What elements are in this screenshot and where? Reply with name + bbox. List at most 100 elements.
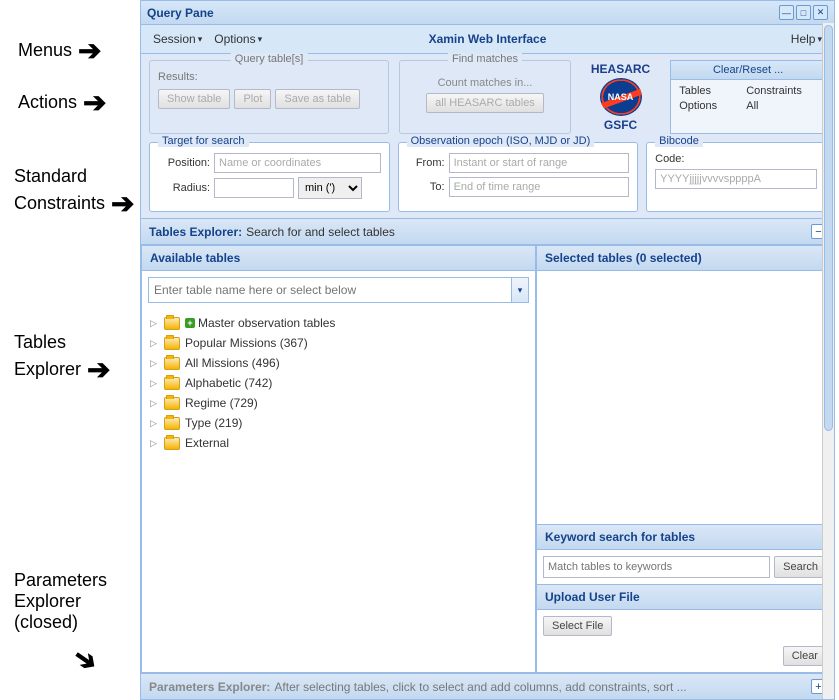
query-group-title: Query table[s] [231, 53, 307, 65]
constraints-row: Target for search Position: Radius: min … [141, 142, 834, 218]
annot-params-2: Explorer [14, 591, 81, 611]
annot-tables-2: Explorer [14, 359, 81, 380]
radius-input[interactable] [214, 178, 294, 198]
tables-row: Available tables ▾ ▷+Master observation … [141, 245, 834, 673]
params-sub: After selecting tables, click to select … [274, 680, 686, 694]
titlebar: Query Pane — □ ✕ [141, 1, 834, 25]
bibcode-input[interactable] [655, 169, 817, 189]
parameters-explorer-bar[interactable]: Parameters Explorer: After selecting tab… [141, 673, 834, 699]
maximize-button[interactable]: □ [796, 5, 811, 20]
show-table-button[interactable]: Show table [158, 89, 230, 109]
combo-dropdown-button[interactable]: ▾ [511, 277, 529, 303]
table-name-input[interactable] [148, 277, 511, 303]
expand-icon[interactable]: ▷ [150, 398, 162, 409]
menubar: Session▾ Options▾ Xamin Web Interface He… [141, 25, 834, 54]
nasa-logo-icon: NASA [600, 78, 642, 116]
results-label: Results: [158, 71, 198, 83]
bibcode-fieldset: Bibcode Code: [646, 142, 826, 212]
expand-icon[interactable]: ▷ [150, 318, 162, 329]
query-tables-group: Query table[s] Results: Show table Plot … [149, 60, 389, 134]
expand-icon[interactable]: ▷ [150, 378, 162, 389]
from-input[interactable] [449, 153, 630, 173]
query-pane-window: Query Pane — □ ✕ Session▾ Options▾ Xamin… [140, 0, 835, 700]
expand-icon[interactable]: ▷ [150, 438, 162, 449]
annot-constraints-1: Standard [14, 166, 87, 187]
keyword-search-panel: Keyword search for tables Search [537, 524, 833, 584]
position-label: Position: [158, 157, 210, 169]
folder-icon [164, 417, 180, 430]
menu-options[interactable]: Options▾ [208, 29, 268, 49]
tree-item-label: Master observation tables [198, 316, 335, 330]
tree-item[interactable]: ▷Popular Missions (367) [150, 333, 527, 353]
upload-clear-button[interactable]: Clear [783, 646, 827, 666]
tree-item[interactable]: ▷ All Missions (496) [150, 353, 527, 373]
to-input[interactable] [449, 177, 630, 197]
tree-item[interactable]: ▷External [150, 433, 527, 453]
keyword-search-button[interactable]: Search [774, 556, 827, 578]
folder-icon [164, 357, 180, 370]
tree-item-label: All Missions (496) [185, 356, 280, 370]
keyword-search-header: Keyword search for tables [537, 525, 833, 550]
scrollbar-thumb[interactable] [824, 25, 833, 431]
epoch-fieldset: Observation epoch (ISO, MJD or JD) From:… [398, 142, 639, 212]
tables-explorer-title: Tables Explorer: [149, 225, 242, 239]
expand-icon[interactable]: ▷ [150, 338, 162, 349]
select-file-button[interactable]: Select File [543, 616, 612, 636]
count-matches-label: Count matches in... [408, 77, 562, 89]
selected-tables-body [537, 271, 833, 524]
table-name-combo: ▾ [148, 277, 529, 303]
gsfc-label: GSFC [604, 118, 637, 132]
radius-unit-select[interactable]: min (') [298, 177, 362, 199]
tree-item[interactable]: ▷ Regime (729) [150, 393, 527, 413]
position-input[interactable] [214, 153, 381, 173]
plot-button[interactable]: Plot [234, 89, 271, 109]
close-button[interactable]: ✕ [813, 5, 828, 20]
tree-item-label: Type (219) [185, 416, 242, 430]
save-as-table-button[interactable]: Save as table [275, 89, 360, 109]
annot-params-3: (closed) [14, 612, 78, 632]
annot-tables-1: Tables [14, 332, 66, 353]
clear-constraints-link[interactable]: Constraints [746, 85, 817, 97]
tree-item[interactable]: ▷ Alphabetic (742) [150, 373, 527, 393]
tree-item-label: Regime (729) [185, 396, 258, 410]
scrollbar[interactable] [822, 23, 834, 699]
folder-icon [164, 337, 180, 350]
clear-reset-header: Clear/Reset ... [671, 61, 825, 80]
folder-icon [164, 377, 180, 390]
app-title: Xamin Web Interface [429, 32, 547, 46]
clear-options-link[interactable]: Options [679, 100, 732, 112]
tree-item[interactable]: ▷+Master observation tables [150, 313, 527, 333]
keyword-input[interactable] [543, 556, 770, 578]
expand-icon[interactable]: ▷ [150, 418, 162, 429]
params-title: Parameters Explorer: [149, 680, 270, 694]
code-label: Code: [655, 153, 684, 165]
selected-tables-header: Selected tables (0 selected) [537, 246, 833, 271]
radius-label: Radius: [158, 182, 210, 194]
folder-icon [164, 317, 180, 330]
clear-all-link[interactable]: All [746, 100, 817, 112]
from-label: From: [407, 157, 445, 169]
to-label: To: [407, 181, 445, 193]
tables-explorer-bar[interactable]: Tables Explorer: Search for and select t… [141, 218, 834, 245]
tables-tree: ▷+Master observation tables▷Popular Miss… [142, 309, 535, 672]
tree-item[interactable]: ▷ Type (219) [150, 413, 527, 433]
expand-icon[interactable]: ▷ [150, 358, 162, 369]
clear-tables-link[interactable]: Tables [679, 85, 732, 97]
bibcode-title: Bibcode [655, 135, 703, 147]
available-tables-panel: Available tables ▾ ▷+Master observation … [141, 245, 536, 673]
menu-session[interactable]: Session▾ [147, 29, 208, 49]
annot-constraints-2: Constraints [14, 193, 105, 214]
upload-file-panel: Upload User File Select File Clear [537, 584, 833, 672]
minimize-button[interactable]: — [779, 5, 794, 20]
epoch-title: Observation epoch (ISO, MJD or JD) [407, 135, 595, 147]
find-matches-group: Find matches Count matches in... all HEA… [399, 60, 571, 134]
target-fieldset: Target for search Position: Radius: min … [149, 142, 390, 212]
annot-actions: Actions [18, 92, 77, 113]
upload-file-header: Upload User File [537, 585, 833, 610]
annot-menus: Menus [18, 40, 72, 61]
tree-item-label: Alphabetic (742) [185, 376, 272, 390]
heasarc-logo-box: HEASARC NASA GSFC [581, 60, 660, 134]
all-heasarc-button[interactable]: all HEASARC tables [426, 93, 544, 113]
clear-reset-box: Clear/Reset ... Tables Constraints Optio… [670, 60, 826, 134]
annot-params-1: Parameters [14, 570, 107, 590]
